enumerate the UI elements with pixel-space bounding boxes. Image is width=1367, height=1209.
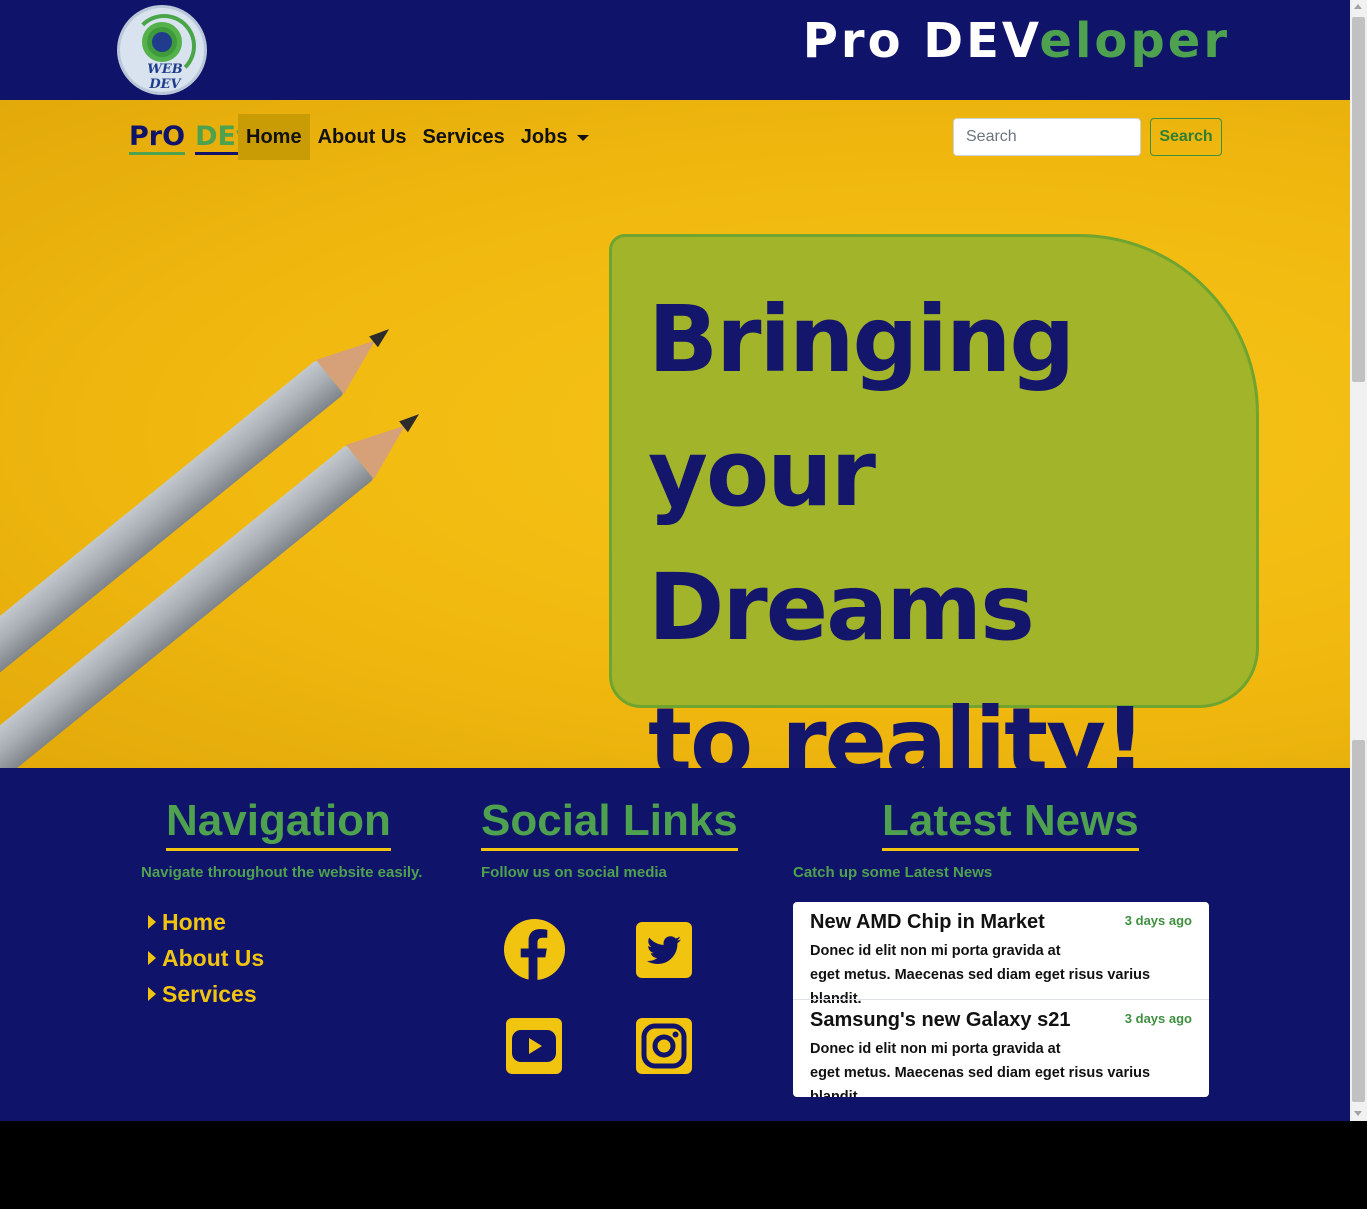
footer: Navigation Navigate throughout the websi… [0, 768, 1350, 1121]
nav-item-services[interactable]: Services [414, 114, 512, 160]
top-header: WEB DEV Pro DEVeloper [0, 0, 1350, 100]
site-title: Pro DEVeloper [803, 17, 1230, 65]
scrollbar-thumb[interactable] [1352, 17, 1365, 382]
footer-social-title: Social Links [481, 794, 738, 851]
navbar-brand[interactable]: PrO DEv [129, 120, 254, 155]
news-list: New AMD Chip in Market 3 days ago Donec … [793, 902, 1209, 1097]
navbar-brand-part1: PrO [129, 121, 186, 155]
news-item[interactable]: New AMD Chip in Market 3 days ago Donec … [793, 902, 1209, 1007]
footer-link-home[interactable]: Home [148, 904, 264, 940]
footer-link-services[interactable]: Services [148, 976, 264, 1012]
news-body: Donec id elit non mi porta gravida at eg… [810, 1041, 1151, 1097]
tagline-line: your Dreams [648, 420, 1035, 661]
news-time: 3 days ago [1124, 913, 1192, 928]
page-scrollbar[interactable] [1350, 0, 1367, 1121]
facebook-icon[interactable] [503, 918, 566, 981]
footer-nav-list: Home About Us Services [148, 904, 264, 1012]
tagline-line: to reality! [648, 688, 1146, 768]
caret-right-icon [148, 987, 156, 1001]
hero-section: PrO DEv Home About Us Services Jobs Searc… [0, 100, 1350, 768]
footer-link-label: About Us [162, 944, 265, 971]
hero-tagline: Bringing your Dreams to reality! [648, 273, 1248, 768]
globe-icon [152, 32, 172, 52]
caret-down-icon [577, 134, 590, 141]
logo-text: WEB DEV [147, 62, 183, 92]
site-logo[interactable]: WEB DEV [117, 5, 207, 95]
tagline-line: Bringing [648, 286, 1075, 393]
caret-right-icon [148, 951, 156, 965]
search-input[interactable] [953, 118, 1141, 156]
scrollbar-thumb-lower[interactable] [1352, 740, 1365, 1102]
caret-right-icon [148, 915, 156, 929]
nav-item-jobs-label: Jobs [520, 126, 568, 148]
footer-social-subtitle: Follow us on social media [481, 864, 667, 881]
scroll-down-icon[interactable] [1354, 1111, 1362, 1116]
scroll-up-icon[interactable] [1354, 4, 1362, 9]
footer-news-subtitle: Catch up some Latest News [793, 864, 993, 881]
site-title-part1: Pro DEV [802, 13, 1040, 69]
footer-news-title: Latest News [882, 794, 1139, 851]
youtube-icon[interactable] [506, 1018, 562, 1074]
nav-item-home[interactable]: Home [238, 114, 310, 160]
footer-link-label: Services [162, 980, 257, 1007]
nav-links: Home About Us Services Jobs [238, 114, 597, 160]
instagram-icon[interactable] [636, 1018, 692, 1074]
twitter-icon[interactable] [636, 922, 692, 978]
news-time: 3 days ago [1124, 1011, 1192, 1026]
footer-link-about-us[interactable]: About Us [148, 940, 264, 976]
footer-navigation-title: Navigation [166, 794, 391, 851]
tagline-box: Bringing your Dreams to reality! [609, 234, 1259, 768]
page: WEB DEV Pro DEVeloper PrO DEv Home About … [0, 0, 1350, 1121]
news-item[interactable]: Samsung's new Galaxy s21 3 days ago Done… [793, 999, 1209, 1097]
navbar: PrO DEv Home About Us Services Jobs Searc… [0, 100, 1350, 176]
search-button[interactable]: Search [1150, 118, 1222, 156]
footer-navigation-subtitle: Navigate throughout the website easily. [141, 864, 423, 881]
footer-link-label: Home [162, 908, 226, 935]
nav-item-jobs-dropdown[interactable]: Jobs [513, 114, 598, 160]
nav-item-about-us[interactable]: About Us [310, 114, 415, 160]
site-title-part2: eloper [1039, 13, 1230, 69]
